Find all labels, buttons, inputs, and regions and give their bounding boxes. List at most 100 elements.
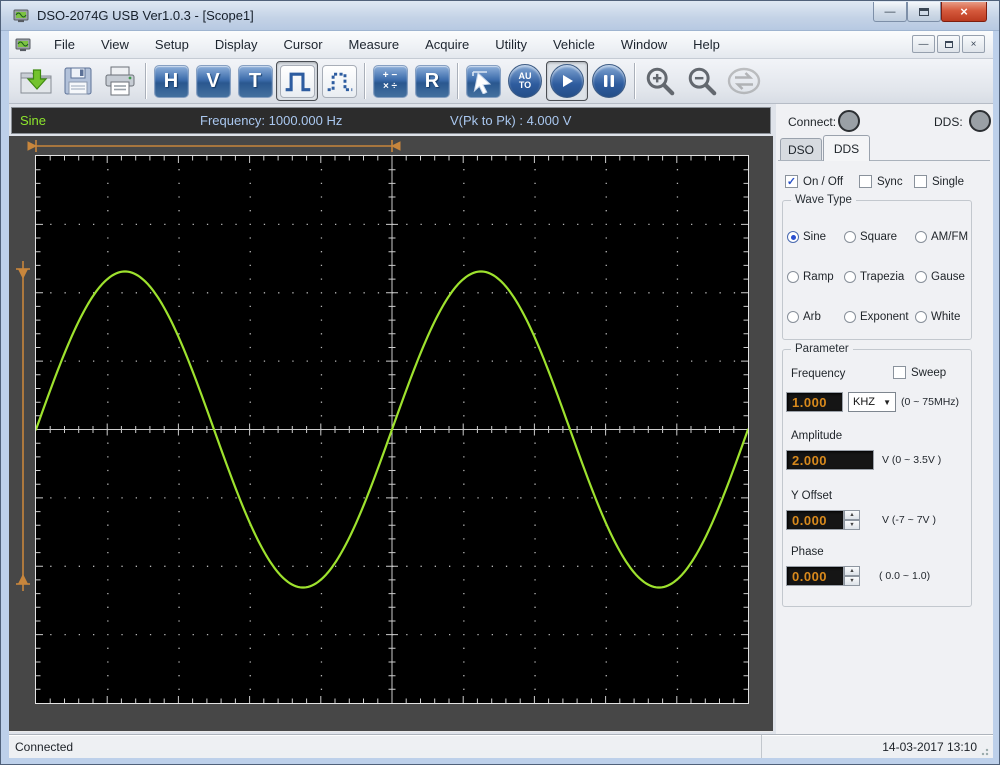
single-checkbox[interactable]: Single bbox=[914, 175, 964, 188]
trigger-settings-button[interactable]: T bbox=[234, 61, 276, 101]
maximize-icon[interactable] bbox=[907, 2, 941, 22]
radio-icon bbox=[915, 311, 927, 323]
cursor-measure-button[interactable] bbox=[462, 61, 504, 101]
radio-label: Arb bbox=[803, 311, 821, 323]
phase-spinner[interactable]: ▲ ▼ bbox=[844, 566, 860, 586]
vertical-settings-button[interactable]: V bbox=[192, 61, 234, 101]
radio-icon bbox=[787, 231, 799, 243]
zoom-in-button[interactable] bbox=[639, 61, 681, 101]
tab-dds[interactable]: DDS bbox=[823, 135, 870, 161]
menu-bar-items: File View Setup Display Cursor Measure Acquire… bbox=[41, 33, 733, 56]
radio-label: Sine bbox=[803, 231, 827, 243]
dds-label: DDS: bbox=[934, 115, 963, 129]
chevron-down-icon: ▼ bbox=[883, 397, 891, 407]
toolbar: H V T + − × ÷ R AU TO bbox=[9, 59, 993, 104]
mdi-close-icon[interactable]: × bbox=[962, 35, 985, 53]
tab-dso[interactable]: DSO bbox=[780, 138, 822, 160]
math-icon: + − × ÷ bbox=[372, 64, 408, 98]
menu-vehicle[interactable]: Vehicle bbox=[540, 33, 608, 56]
reference-waveform-button[interactable]: R bbox=[411, 61, 453, 101]
radio-label: AM/FM bbox=[931, 231, 969, 243]
menu-file[interactable]: File bbox=[41, 33, 88, 56]
mdi-document-icon bbox=[15, 37, 31, 53]
pause-button[interactable] bbox=[588, 61, 630, 101]
y-offset-spinner[interactable]: ▲ ▼ bbox=[844, 510, 860, 530]
transfer-icon bbox=[727, 66, 761, 96]
wave-type-arb[interactable]: Arb bbox=[787, 311, 844, 323]
menu-acquire[interactable]: Acquire bbox=[412, 33, 482, 56]
print-button[interactable] bbox=[99, 61, 141, 101]
run-button[interactable] bbox=[546, 61, 588, 101]
reference-waveform-icon: R bbox=[414, 64, 450, 98]
open-button[interactable] bbox=[15, 61, 57, 101]
wave-type-group: Wave Type Sine Square AM/FM Ramp Trapezia Gau… bbox=[782, 194, 973, 340]
open-icon bbox=[18, 64, 54, 98]
math-functions-button[interactable]: + − × ÷ bbox=[369, 61, 411, 101]
waveform-persist-button[interactable] bbox=[318, 61, 360, 101]
radio-label: Square bbox=[860, 231, 898, 243]
save-icon bbox=[61, 64, 95, 98]
mdi-minimize-icon[interactable]: — bbox=[912, 35, 935, 53]
spin-up-icon[interactable]: ▲ bbox=[844, 566, 860, 576]
menu-cursor[interactable]: Cursor bbox=[271, 33, 336, 56]
auto-setup-button[interactable]: AU TO bbox=[504, 61, 546, 101]
toolbar-separator bbox=[634, 63, 635, 99]
frequency-range-label: (0 ~ 75MHz) bbox=[901, 396, 960, 408]
connect-indicator bbox=[838, 110, 860, 132]
save-button[interactable] bbox=[57, 61, 99, 101]
menu-display[interactable]: Display bbox=[202, 33, 271, 56]
wave-type-ramp[interactable]: Ramp bbox=[787, 271, 844, 283]
vertical-settings-icon: V bbox=[195, 64, 231, 98]
phase-value-field[interactable]: 0.000 bbox=[786, 566, 844, 586]
app-icon bbox=[13, 8, 29, 24]
y-offset-value-field[interactable]: 0.000 bbox=[786, 510, 844, 530]
wave-type-gause[interactable]: Gause bbox=[915, 271, 973, 283]
resize-grip[interactable] bbox=[981, 746, 991, 756]
frequency-value-field[interactable]: 1.000 bbox=[786, 392, 843, 412]
toolbar-separator bbox=[457, 63, 458, 99]
sweep-checkbox[interactable]: Sweep bbox=[893, 366, 946, 379]
wave-type-square[interactable]: Square bbox=[844, 231, 915, 243]
spin-down-icon[interactable]: ▼ bbox=[844, 520, 860, 530]
control-panel: Connect: DDS: DSO DDS ✓ On / Off Sync Sin… bbox=[776, 104, 993, 734]
waveform-mode-button[interactable] bbox=[276, 61, 318, 101]
onoff-checkbox[interactable]: ✓ On / Off bbox=[785, 175, 843, 188]
y-offset-range-label: V (-7 ~ 7V ) bbox=[882, 514, 936, 526]
wave-type-trapezia[interactable]: Trapezia bbox=[844, 271, 915, 283]
horizontal-settings-button[interactable]: H bbox=[150, 61, 192, 101]
menu-help[interactable]: Help bbox=[680, 33, 733, 56]
radio-label: Trapezia bbox=[860, 271, 905, 283]
wave-type-exponent[interactable]: Exponent bbox=[844, 311, 915, 323]
amplitude-value-field[interactable]: 2.000 bbox=[786, 450, 874, 470]
minimize-icon[interactable]: — bbox=[873, 2, 907, 22]
close-icon[interactable]: × bbox=[941, 2, 987, 22]
radio-label: Gause bbox=[931, 271, 965, 283]
spin-down-icon[interactable]: ▼ bbox=[844, 576, 860, 586]
menu-window[interactable]: Window bbox=[608, 33, 680, 56]
wave-type-sine[interactable]: Sine bbox=[787, 231, 844, 243]
menu-setup[interactable]: Setup bbox=[142, 33, 202, 56]
menu-measure[interactable]: Measure bbox=[336, 33, 413, 56]
radio-icon bbox=[844, 231, 856, 243]
horizontal-settings-icon: H bbox=[153, 64, 189, 98]
wave-type-white[interactable]: White bbox=[915, 311, 973, 323]
pause-icon bbox=[592, 64, 626, 98]
mdi-restore-icon[interactable] bbox=[937, 35, 960, 53]
phase-range-label: ( 0.0 ~ 1.0) bbox=[879, 570, 931, 582]
spin-up-icon[interactable]: ▲ bbox=[844, 510, 860, 520]
wave-type-am-fm[interactable]: AM/FM bbox=[915, 231, 973, 243]
app-window: DSO-2074G USB Ver1.0.3 - [Scope1] — × Fi… bbox=[0, 0, 1000, 765]
menu-utility[interactable]: Utility bbox=[482, 33, 540, 56]
connection-status: Connected bbox=[15, 739, 74, 754]
transfer-button bbox=[723, 61, 765, 101]
radio-icon bbox=[915, 271, 927, 283]
vpp-readout: V(Pk to Pk) : 4.000 V bbox=[450, 113, 572, 128]
frequency-unit-dropdown[interactable]: KHZ ▼ bbox=[848, 392, 896, 412]
radio-icon bbox=[844, 311, 856, 323]
sync-checkbox[interactable]: Sync bbox=[859, 175, 903, 188]
print-icon bbox=[102, 64, 138, 98]
time-cursor[interactable] bbox=[27, 140, 401, 152]
zoom-out-button[interactable] bbox=[681, 61, 723, 101]
menu-view[interactable]: View bbox=[88, 33, 142, 56]
voltage-cursor[interactable] bbox=[16, 261, 30, 591]
